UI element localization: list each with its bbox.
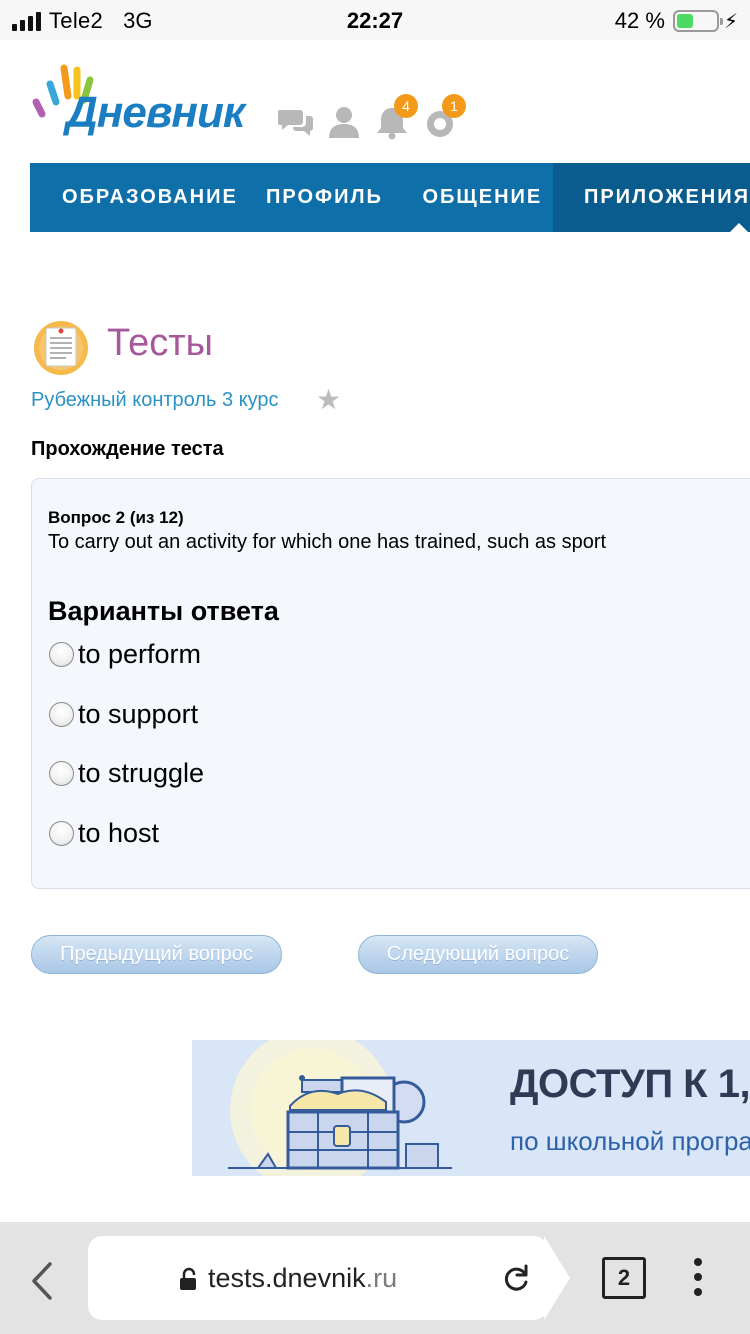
battery-icon [672, 10, 723, 32]
answer-option[interactable]: to host [49, 818, 159, 849]
answer-label: to perform [78, 639, 202, 669]
favorite-star-icon[interactable]: ★ [316, 386, 341, 414]
radio-button[interactable] [49, 821, 74, 846]
treasure-chest-illustration [228, 1040, 452, 1176]
url-text: tests.dnevnik.ru [208, 1263, 397, 1294]
address-bar[interactable]: tests.dnevnik.ru [88, 1236, 548, 1320]
answers-title: Варианты ответа [48, 596, 279, 626]
status-bar: Tele2 3G 22:27 42 % ⚡ [0, 0, 750, 40]
answer-label: to support [78, 699, 199, 729]
profile-icon[interactable] [326, 104, 362, 140]
answer-option[interactable]: to perform [49, 639, 201, 670]
radio-button[interactable] [49, 761, 74, 786]
ad-banner[interactable]: ДОСТУП К 1,000 по школьной программе [192, 1040, 750, 1176]
previous-question-button[interactable]: Предыдущий вопрос [31, 935, 282, 974]
browser-toolbar: tests.dnevnik.ru 2 [0, 1222, 750, 1334]
back-arrow-icon[interactable] [22, 1260, 62, 1302]
update-badge: 1 [442, 94, 466, 118]
tabs-count-button[interactable]: 2 [602, 1257, 646, 1299]
question-number: Вопрос 2 (из 12) [48, 508, 184, 527]
banner-subtitle: по школьной программе [510, 1126, 750, 1156]
radio-button[interactable] [49, 702, 74, 727]
answer-label: to host [78, 818, 160, 848]
answer-label: to struggle [78, 758, 205, 788]
status-right: 42 % ⚡ [615, 8, 738, 34]
tests-notepad-icon [32, 320, 90, 376]
logo-text: Дневник [66, 88, 245, 137]
url-tld: .ru [365, 1263, 398, 1293]
bell-icon[interactable]: 4 [374, 94, 418, 140]
charging-icon: ⚡ [723, 10, 738, 33]
more-menu-icon[interactable] [692, 1258, 704, 1302]
next-question-button[interactable]: Следующий вопрос [358, 935, 598, 974]
question-box: Вопрос 2 (из 12) To carry out an activit… [31, 478, 750, 889]
lock-icon [177, 1266, 201, 1292]
section-title: Прохождение теста [31, 438, 224, 460]
chat-icon[interactable] [277, 104, 314, 140]
notification-badge: 4 [394, 94, 418, 118]
answer-option[interactable]: to struggle [49, 758, 204, 789]
radio-button[interactable] [49, 642, 74, 667]
url-domain: tests.dnevnik [208, 1263, 366, 1293]
nav-education[interactable]: ОБРАЗОВАНИЕ [30, 163, 266, 232]
answer-option[interactable]: to support [49, 699, 198, 730]
reload-icon[interactable] [500, 1262, 532, 1294]
nav-communication[interactable]: ОБЩЕНИЕ [422, 163, 553, 232]
banner-title: ДОСТУП К 1,000 [510, 1062, 750, 1106]
question-text: To carry out an activity for which one h… [48, 531, 607, 553]
nav-apps[interactable]: ПРИЛОЖЕНИЯ [552, 163, 750, 232]
dnevnik-logo[interactable]: Дневник [28, 62, 253, 144]
battery-fill [676, 14, 693, 28]
address-bar-tip [544, 1236, 570, 1320]
nav-profile[interactable]: ПРОФИЛЬ [266, 163, 422, 232]
battery-percent: 42 % [614, 8, 665, 33]
test-link[interactable]: Рубежный контроль 3 курс [31, 389, 279, 412]
page-title: Тесты [107, 322, 213, 364]
refresh-icon[interactable]: 1 [422, 94, 466, 140]
main-nav: ОБРАЗОВАНИЕ ПРОФИЛЬ ОБЩЕНИЕ ПРИЛОЖЕНИЯ [30, 163, 750, 232]
